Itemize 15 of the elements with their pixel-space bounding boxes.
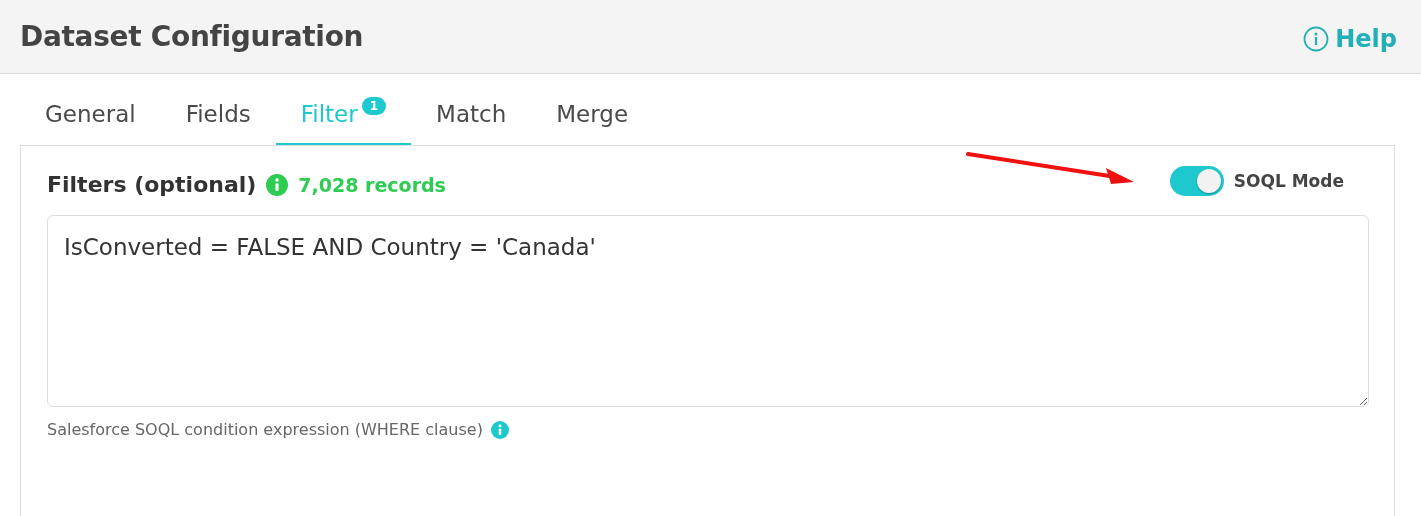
tab[interactable]: Fields [160, 74, 276, 145]
tab[interactable]: Merge [531, 74, 654, 145]
soql-toggle[interactable] [1169, 165, 1224, 196]
section-title: Filters (optional) [47, 172, 257, 197]
record-count: 7,028 records [298, 173, 446, 196]
info-icon [1303, 25, 1330, 52]
helper-text: Salesforce SOQL condition expression (WHERE clause) [47, 420, 483, 439]
tab[interactable]: Match [411, 74, 532, 145]
tab[interactable]: General [20, 74, 161, 145]
page-title: Dataset Configuration [20, 20, 364, 53]
expression-field[interactable]: IsConverted = FALSE AND Country = 'Canada' [47, 215, 1369, 407]
toggle-label: SOQL Mode [1233, 170, 1344, 191]
info-icon [490, 420, 509, 439]
info-icon [266, 173, 289, 196]
count-badge: 1 [361, 96, 387, 115]
